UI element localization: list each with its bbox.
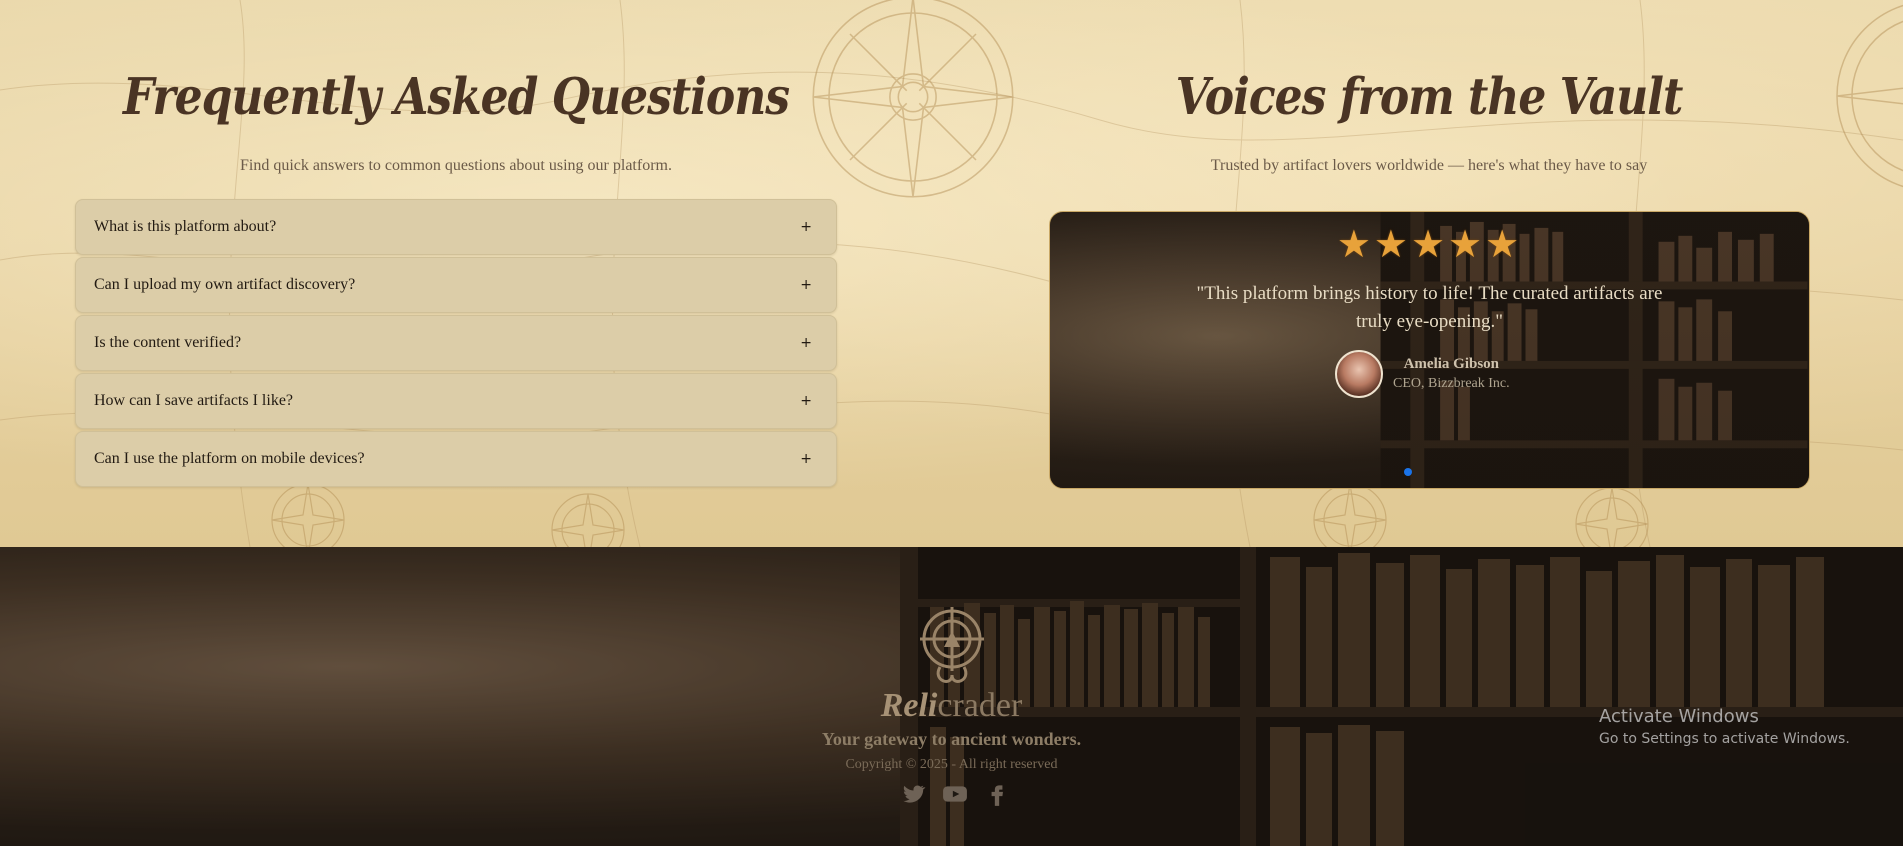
expand-plus-icon[interactable]: + (800, 393, 812, 409)
star-rating-icon: ★★★★★ (1336, 222, 1523, 266)
compass-rose-icon (1313, 483, 1387, 547)
watermark-title: Activate Windows (1599, 706, 1759, 727)
testimonial-quote: "This platform brings history to life! T… (1196, 283, 1663, 332)
brand-name-part2: crader (937, 687, 1023, 724)
watermark-subtitle: Go to Settings to activate Windows. (1599, 731, 1850, 747)
carousel-dot[interactable] (1404, 468, 1412, 476)
parchment-section: Frequently Asked Questions Find quick an… (0, 0, 1903, 547)
author-role: CEO, Bizzbreak Inc. (1393, 376, 1510, 391)
faq-list: What is this platform about? + Can I upl… (75, 199, 837, 487)
compass-rose-icon (1836, 4, 1903, 188)
copyright-text: Copyright © 2025 - All right reserved (845, 757, 1058, 772)
faq-item[interactable]: Can I use the platform on mobile devices… (75, 431, 837, 487)
twitter-icon[interactable] (900, 781, 926, 807)
testimonial-author: Amelia Gibson CEO, Bizzbreak Inc. (1335, 350, 1510, 398)
youtube-icon[interactable] (942, 781, 968, 807)
faq-question: What is this platform about? (94, 218, 277, 235)
compass-rose-icon (1575, 487, 1649, 547)
faq-question: Can I upload my own artifact discovery? (94, 276, 356, 293)
faq-subtitle: Find quick answers to common questions a… (240, 157, 672, 174)
faq-section: Frequently Asked Questions Find quick an… (75, 0, 837, 489)
faq-item[interactable]: What is this platform about? + (75, 199, 837, 255)
testimonials-section: Voices from the Vault Trusted by artifac… (1049, 0, 1810, 489)
compass-logo-icon (920, 607, 984, 683)
author-name: Amelia Gibson (1403, 356, 1500, 372)
facebook-icon[interactable] (984, 781, 1010, 807)
author-text: Amelia Gibson CEO, Bizzbreak Inc. (1393, 356, 1510, 392)
social-links (900, 781, 1010, 807)
compass-rose-icon (271, 483, 345, 547)
brand-name-part1: Reli (880, 687, 938, 724)
testimonial-carousel[interactable]: ★★★★★ "This platform brings history to l… (1049, 211, 1810, 489)
expand-plus-icon[interactable]: + (800, 335, 812, 351)
windows-activation-watermark: Activate Windows Go to Settings to activ… (1599, 706, 1850, 747)
faq-title: Frequently Asked Questions (122, 68, 790, 127)
faq-item[interactable]: Is the content verified? + (75, 315, 837, 371)
compass-rose-icon (812, 0, 1014, 198)
compass-rose-icon (551, 493, 625, 547)
faq-question: Is the content verified? (94, 334, 242, 351)
faq-question: How can I save artifacts I like? (94, 392, 294, 409)
footer: Relicrader Your gateway to ancient wonde… (0, 547, 1903, 846)
faq-item[interactable]: How can I save artifacts I like? + (75, 373, 837, 429)
faq-item[interactable]: Can I upload my own artifact discovery? … (75, 257, 837, 313)
testimonials-subtitle: Trusted by artifact lovers worldwide — h… (1210, 157, 1648, 174)
expand-plus-icon[interactable]: + (800, 219, 812, 235)
expand-plus-icon[interactable]: + (800, 451, 812, 467)
avatar (1335, 350, 1383, 398)
expand-plus-icon[interactable]: + (800, 277, 812, 293)
testimonials-title: Voices from the Vault (1175, 68, 1684, 127)
faq-question: Can I use the platform on mobile devices… (94, 450, 365, 467)
